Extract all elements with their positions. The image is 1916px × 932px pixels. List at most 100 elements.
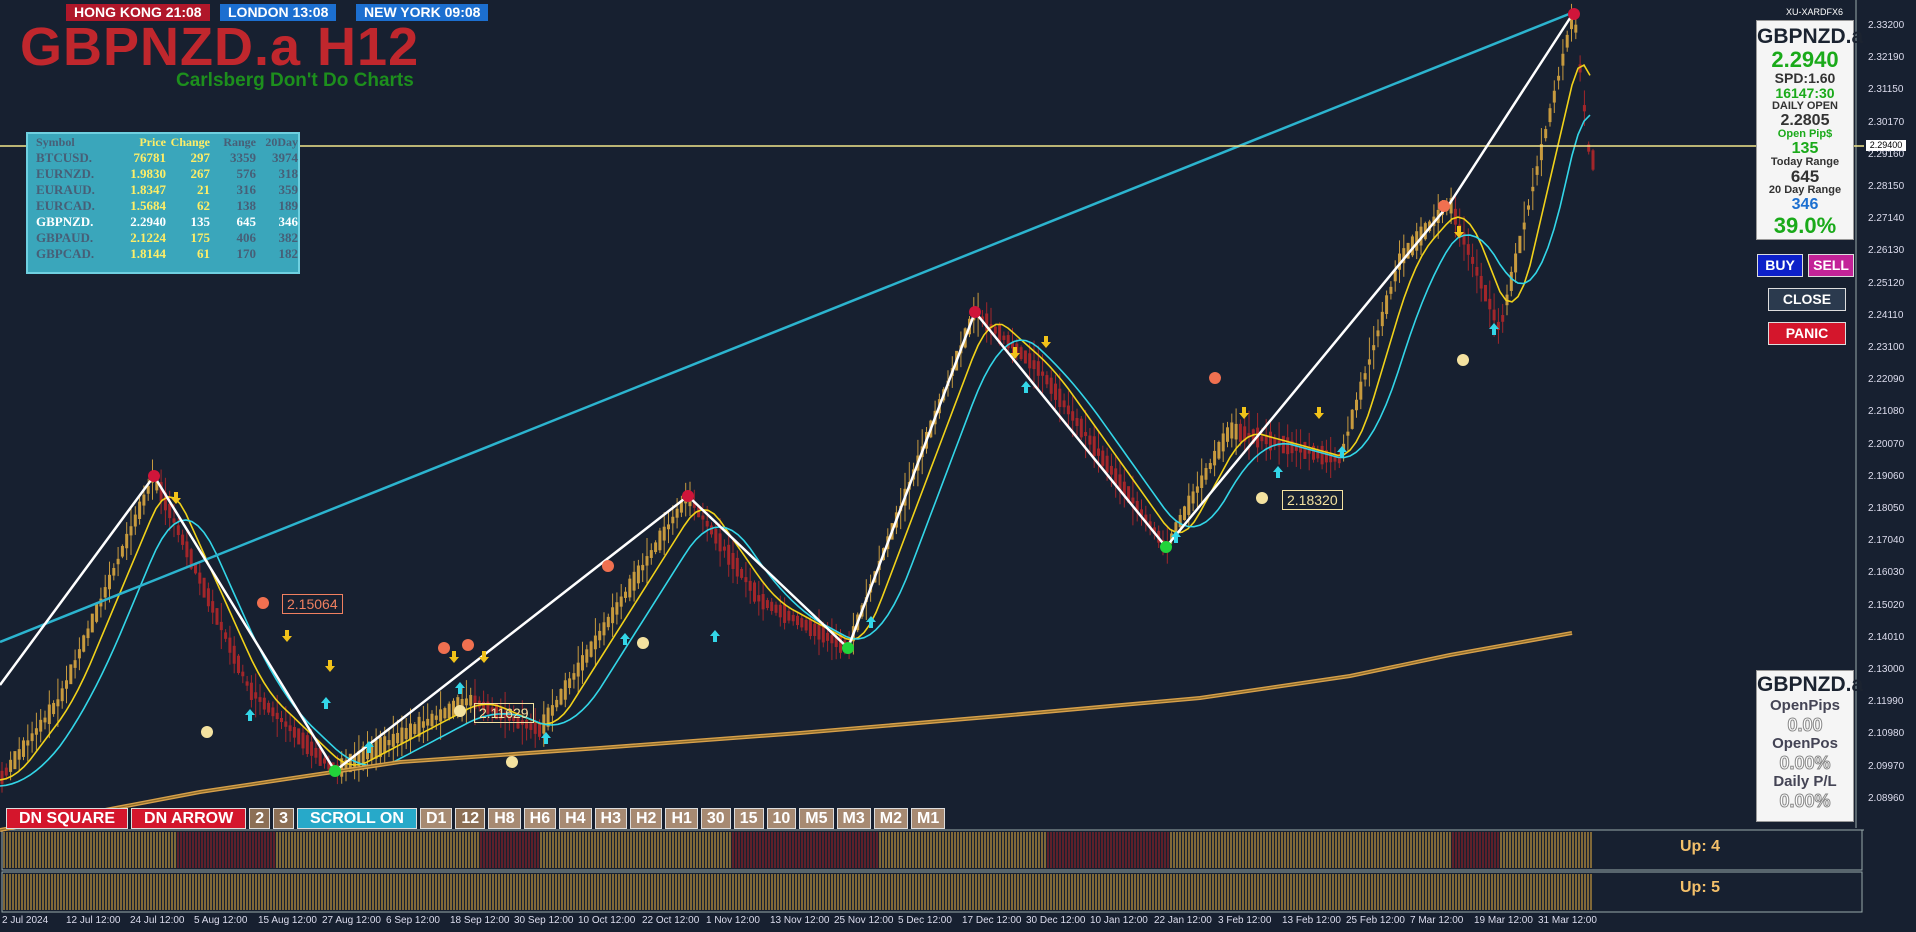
tf-m2-button[interactable]: M2 [873, 808, 908, 829]
candle-body [172, 518, 176, 523]
candle-body [993, 326, 997, 334]
market-watch-row[interactable]: EURCAD. 1.5684 62 138 189 [28, 198, 298, 214]
down-arrow-icon [449, 651, 459, 663]
candle-body [73, 660, 77, 668]
candle-body [1191, 491, 1195, 504]
tf-h2-button[interactable]: H2 [630, 808, 663, 829]
candle-body [529, 722, 533, 730]
swing-low-dot [842, 642, 854, 654]
candle-body [228, 637, 232, 653]
market-watch-row[interactable]: GBPCAD. 1.8144 61 170 182 [28, 246, 298, 262]
tf-m15-button[interactable]: 15 [733, 808, 764, 829]
time-axis-tick: 25 Nov 12:00 [834, 915, 894, 926]
candle-body [77, 649, 81, 659]
candle-body [649, 550, 653, 558]
candle-body [735, 557, 739, 577]
tf-m30-button[interactable]: 30 [700, 808, 731, 829]
candle-body [219, 621, 223, 631]
candle-body [464, 698, 468, 706]
tf-h12-button[interactable]: 12 [455, 808, 486, 829]
symbol-info-panel: GBPNZD.a 2.2940 SPD:1.60 16147:30 DAILY … [1756, 20, 1863, 240]
tf-m10-button[interactable]: 10 [766, 808, 797, 829]
candle-body [288, 725, 292, 732]
dn-arrow-button[interactable]: DN ARROW [131, 808, 247, 829]
candle-body [602, 622, 606, 636]
tf-m1-button[interactable]: M1 [911, 808, 946, 829]
time-axis-tick: 30 Dec 12:00 [1026, 915, 1086, 926]
pl-open-pos-label: OpenPos [1772, 735, 1838, 752]
candle-body [761, 594, 765, 610]
option-2-button[interactable]: 2 [249, 808, 271, 829]
candle-body [310, 741, 314, 756]
candle-body [611, 607, 615, 624]
candle-body [103, 587, 107, 598]
candle-body [421, 721, 425, 728]
scroll-toggle-button[interactable]: SCROLL ON [297, 808, 417, 829]
candle-body [808, 618, 812, 637]
row-price: 2.2940 [130, 214, 166, 229]
tf-h8-button[interactable]: H8 [488, 808, 521, 829]
close-button[interactable]: CLOSE [1768, 288, 1846, 311]
price-axis-tick: 2.30170 [1868, 116, 1905, 128]
tf-h6-button[interactable]: H6 [523, 808, 557, 829]
market-watch-row[interactable]: EURNZD. 1.9830 267 576 318 [28, 166, 298, 182]
dn-square-button[interactable]: DN SQUARE [6, 808, 129, 829]
market-watch-row-active[interactable]: GBPNZD. 2.2940 135 645 346 [28, 214, 298, 230]
tf-h3-button[interactable]: H3 [594, 808, 627, 829]
option-3-button[interactable]: 3 [273, 808, 294, 829]
info-20day-label: 20 Day Range [1768, 184, 1842, 196]
down-arrow-icon [1314, 407, 1324, 419]
candle-body [800, 618, 804, 628]
candle-body [821, 626, 825, 643]
candle-body [606, 616, 610, 628]
candle-body [1062, 400, 1066, 408]
candle-body [1544, 129, 1548, 139]
candle-body [1286, 437, 1290, 455]
candle-body [654, 542, 658, 553]
candle-body [409, 723, 412, 740]
support-dot [1457, 354, 1469, 366]
candle-body [753, 582, 756, 602]
tf-h1-button[interactable]: H1 [665, 808, 698, 829]
row-change: 21 [197, 182, 210, 197]
buy-button[interactable]: BUY [1757, 254, 1803, 277]
candle-body [271, 707, 275, 717]
info-today-range: 645 [1790, 167, 1820, 186]
zigzag-line [0, 11, 1576, 773]
candle-body [538, 722, 541, 737]
candle-body [1230, 422, 1234, 439]
pl-open-pips-label: OpenPips [1769, 697, 1840, 714]
sub-panel-2-label: Up: 5 [1680, 879, 1720, 896]
candle-body [774, 604, 778, 613]
row-20day: 189 [278, 198, 299, 213]
resistance-dot [1438, 200, 1450, 212]
price-axis-tick: 2.25120 [1868, 277, 1905, 289]
candle-body [241, 671, 245, 677]
market-watch-row[interactable]: EURAUD. 1.8347 21 316 359 [28, 182, 298, 198]
tf-m3-button[interactable]: M3 [836, 808, 871, 829]
candle-body [26, 740, 30, 746]
time-axis-tick: 6 Sep 12:00 [386, 915, 440, 926]
price-axis-tick: 2.33200 [1868, 20, 1905, 31]
market-watch-row[interactable]: GBPAUD. 2.1224 175 406 382 [28, 230, 298, 246]
market-watch-row[interactable]: BTCUSD. 76781 297 3359 3974 [28, 150, 298, 166]
candle-body [636, 565, 640, 584]
candle-body [778, 604, 782, 618]
candle-body [1492, 309, 1496, 321]
panic-button[interactable]: PANIC [1768, 322, 1846, 345]
row-range: 170 [236, 246, 257, 261]
candle-body [1518, 235, 1522, 254]
candle-body [1557, 75, 1561, 81]
candle-body [1260, 436, 1264, 442]
tf-h4-button[interactable]: H4 [559, 808, 592, 829]
candle-body [641, 564, 645, 571]
candle-body [813, 623, 817, 636]
sub-panel-2 [1, 871, 1863, 913]
tf-m5-button[interactable]: M5 [799, 808, 834, 829]
candle-body [817, 624, 821, 640]
sell-button[interactable]: SELL [1808, 254, 1854, 277]
row-symbol: GBPAUD. [36, 230, 94, 245]
time-axis-tick: 10 Oct 12:00 [578, 915, 636, 926]
tf-d1-button[interactable]: D1 [419, 808, 453, 829]
candle-body [292, 726, 296, 738]
